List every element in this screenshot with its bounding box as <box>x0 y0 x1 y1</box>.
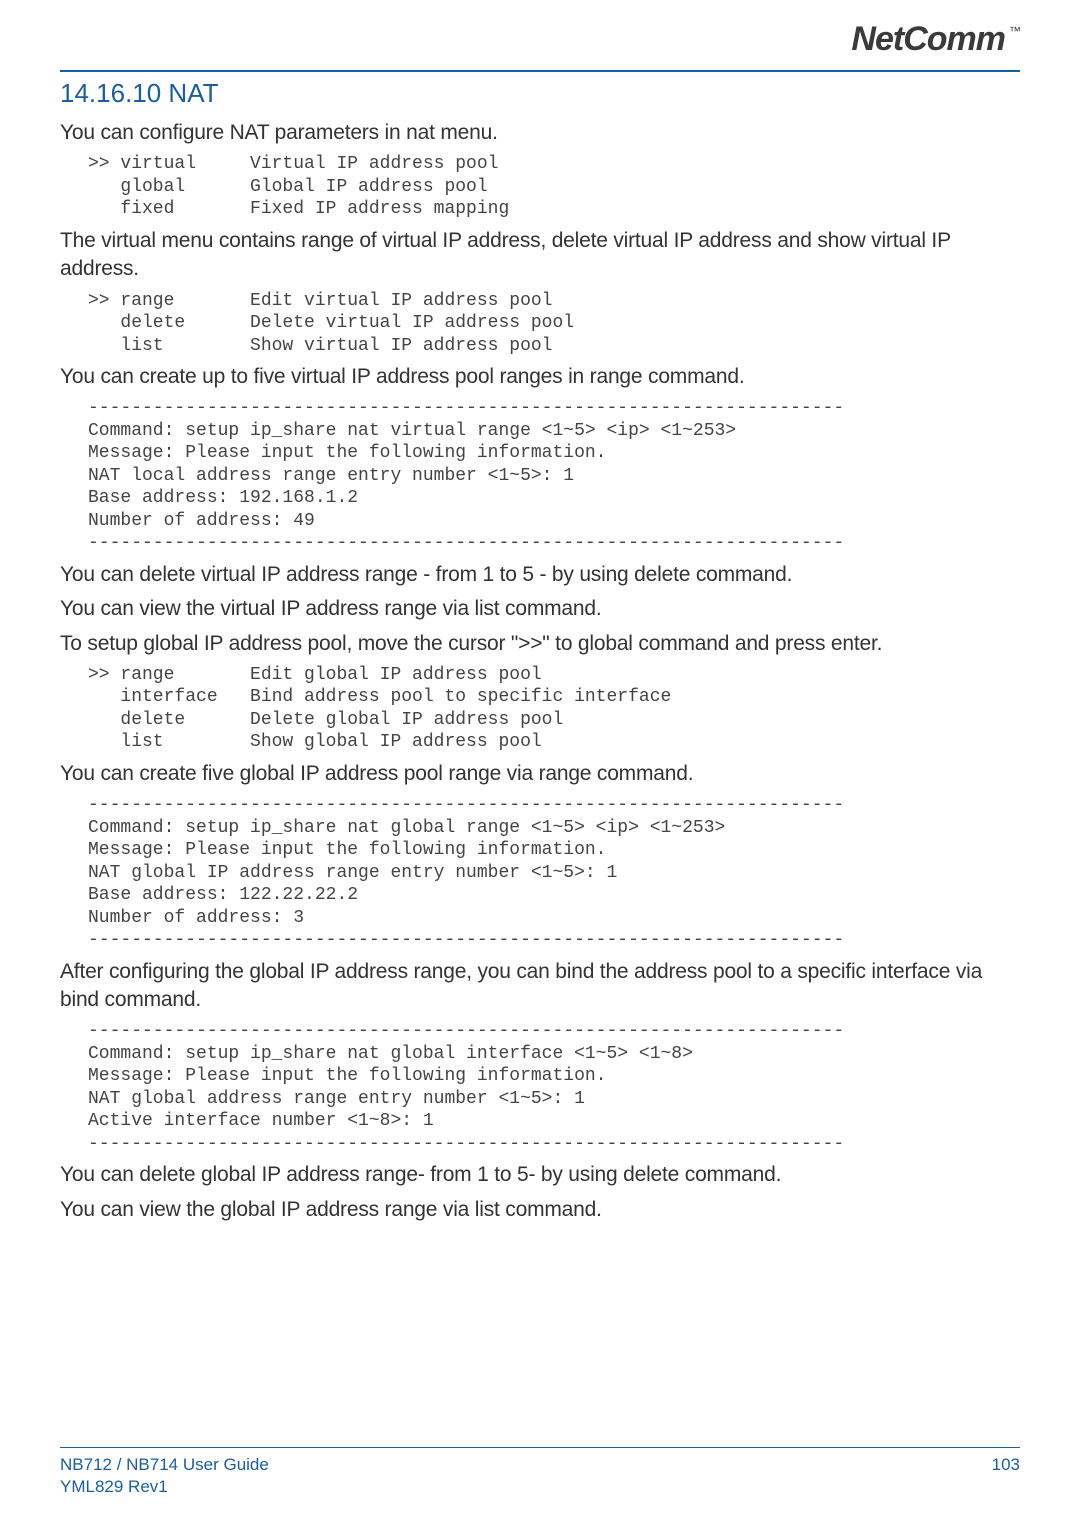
code-nat-menu: >> virtual Virtual IP address pool globa… <box>88 153 1020 221</box>
footer-doc-rev: YML829 Rev1 <box>60 1476 269 1498</box>
code-global-interface: ----------------------------------------… <box>88 1020 1020 1155</box>
paragraph-list-virtual: You can view the virtual IP address rang… <box>60 595 1020 623</box>
page-footer: NB712 / NB714 User Guide YML829 Rev1 103 <box>60 1447 1020 1498</box>
paragraph-global-setup: To setup global IP address pool, move th… <box>60 630 1020 658</box>
paragraph-range-intro: You can create up to five virtual IP add… <box>60 363 1020 391</box>
code-global-menu: >> range Edit global IP address pool int… <box>88 664 1020 754</box>
code-global-range: ----------------------------------------… <box>88 794 1020 952</box>
brand-logo: NetComm ™ <box>851 20 1020 59</box>
paragraph-global-range-intro: You can create five global IP address po… <box>60 760 1020 788</box>
code-virtual-menu: >> range Edit virtual IP address pool de… <box>88 290 1020 358</box>
paragraph-virtual-menu: The virtual menu contains range of virtu… <box>60 227 1020 284</box>
paragraph-bind-intro: After configuring the global IP address … <box>60 958 1020 1015</box>
paragraph-delete-virtual: You can delete virtual IP address range … <box>60 561 1020 589</box>
header-rule <box>60 70 1020 72</box>
paragraph-delete-global: You can delete global IP address range- … <box>60 1161 1020 1189</box>
footer-page-number: 103 <box>992 1454 1020 1498</box>
paragraph-intro: You can configure NAT parameters in nat … <box>60 119 1020 147</box>
footer-row: NB712 / NB714 User Guide YML829 Rev1 103 <box>60 1454 1020 1498</box>
logo-tm: ™ <box>1009 24 1020 38</box>
section-heading: 14.16.10 NAT <box>60 78 1020 109</box>
footer-rule <box>60 1447 1020 1448</box>
paragraph-list-global: You can view the global IP address range… <box>60 1196 1020 1224</box>
code-virtual-range: ----------------------------------------… <box>88 397 1020 555</box>
footer-doc-title: NB712 / NB714 User Guide <box>60 1454 269 1476</box>
footer-left: NB712 / NB714 User Guide YML829 Rev1 <box>60 1454 269 1498</box>
logo-text: NetComm <box>851 20 1005 59</box>
